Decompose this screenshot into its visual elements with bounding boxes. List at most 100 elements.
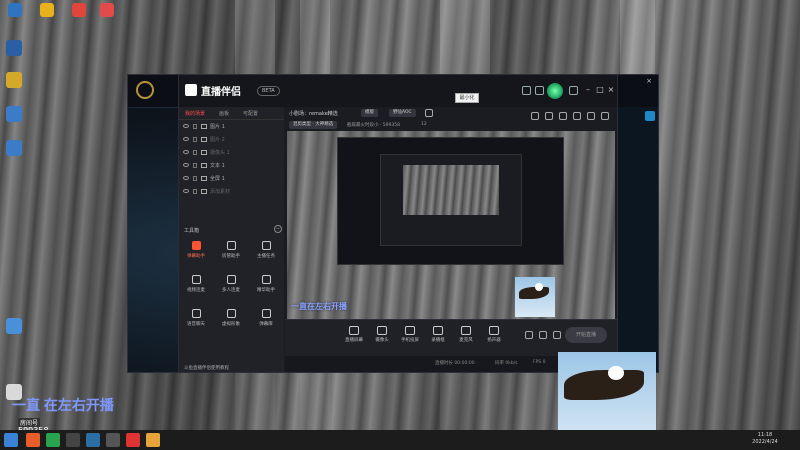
phone-cast-button[interactable]: 手机投屏 — [399, 326, 421, 343]
close-icon[interactable]: × — [645, 77, 653, 85]
screen-source-button[interactable]: 直播屏幕 — [343, 326, 365, 343]
tool-virtual-avatar[interactable]: 虚拟形象 — [216, 309, 246, 335]
taskbar-clock[interactable]: 11:18 2022/4/24 — [745, 432, 785, 446]
bell-icon[interactable] — [587, 112, 595, 120]
game-logo-icon[interactable] — [136, 81, 154, 99]
tool-danmu-library[interactable]: 弹幕库 — [251, 309, 281, 335]
tool-streamer-tasks[interactable]: 主播任务 — [251, 241, 281, 267]
message-icon[interactable] — [535, 86, 544, 95]
add-source-item[interactable]: 添加素材 — [183, 187, 279, 197]
tutorial-link[interactable]: 斗鱼直播伴侣使用教程 — [184, 365, 229, 371]
share-icon[interactable] — [601, 112, 609, 120]
category-pill[interactable]: 模版 — [361, 109, 378, 117]
taskbar-app-icon[interactable] — [126, 433, 140, 447]
tool-highlight[interactable]: 精华助手 — [251, 275, 281, 301]
eye-icon[interactable] — [183, 124, 189, 128]
desktop-app-icon[interactable] — [6, 72, 22, 88]
voice-icon — [191, 309, 201, 318]
avatar[interactable] — [547, 83, 563, 99]
chrome-icon[interactable] — [46, 433, 60, 447]
room-title[interactable]: remake精选 — [309, 111, 338, 117]
eye-icon[interactable] — [183, 176, 189, 180]
lock-icon[interactable] — [193, 163, 197, 168]
microphone-button[interactable]: 麦克风 — [455, 326, 477, 343]
version-badge[interactable]: BETA — [257, 86, 280, 96]
eye-icon[interactable] — [183, 189, 189, 193]
lock-icon[interactable] — [193, 176, 197, 181]
tool-multi-link[interactable]: 多人连麦 — [216, 275, 246, 301]
tab-canvas[interactable]: 画板 — [219, 110, 229, 117]
stream-preview[interactable]: 一直在左右开播 — [287, 131, 615, 319]
eagle-head — [535, 283, 543, 291]
shield-icon[interactable] — [545, 112, 553, 120]
video-icon[interactable] — [525, 331, 533, 339]
collapse-icon[interactable]: − — [274, 225, 282, 233]
taskbar-app-icon[interactable] — [146, 433, 160, 447]
eye-icon[interactable] — [183, 163, 189, 167]
toolbox-title: 工具箱 — [184, 228, 200, 234]
settings-icon[interactable] — [522, 86, 531, 95]
tab-my-scenes[interactable]: 我的场景 — [185, 110, 205, 117]
gear-icon[interactable] — [553, 331, 561, 339]
tool-video-link[interactable]: 视频连麦 — [181, 275, 211, 301]
gift-icon[interactable] — [531, 112, 539, 120]
edit-icon[interactable] — [425, 109, 433, 117]
clock-time: 11:18 — [757, 432, 773, 438]
tool-room-manager[interactable]: 房管助手 — [216, 241, 246, 267]
phone-icon — [405, 326, 415, 335]
tooltip: 最小化 — [455, 93, 479, 103]
lock-icon[interactable] — [193, 189, 197, 194]
desktop-app-icon[interactable] — [6, 106, 22, 122]
taskbar-app-icon[interactable] — [66, 433, 80, 447]
scene-item[interactable]: 摄像头 1 — [183, 148, 279, 158]
lock-icon[interactable] — [193, 137, 197, 142]
maximize-icon[interactable]: □ — [596, 86, 604, 94]
skin-icon[interactable] — [569, 86, 578, 95]
tag-pill[interactable]: 野仙AOC — [389, 109, 416, 117]
highlight-icon — [261, 275, 271, 284]
nested-app-preview — [380, 154, 522, 246]
tab-configurable[interactable]: 可配置 — [243, 110, 258, 117]
desktop-app-icon[interactable] — [72, 3, 86, 17]
camera-source-button[interactable]: 摄像头 — [371, 326, 393, 343]
windows-start-icon[interactable] — [4, 433, 18, 447]
scene-item[interactable]: 文本 1 — [183, 161, 279, 171]
close-icon[interactable]: × — [607, 86, 615, 94]
speaker-button[interactable]: 扬声器 — [483, 326, 505, 343]
desktop-app-icon[interactable] — [100, 3, 114, 17]
record-box-button[interactable]: 录播框 — [427, 326, 449, 343]
image-icon — [201, 137, 207, 142]
download-icon — [226, 275, 236, 284]
desktop-app-icon[interactable] — [6, 40, 22, 56]
lock-icon[interactable] — [193, 150, 197, 155]
type-pill[interactable]: 混剪类型 · 大神精选 — [289, 121, 338, 129]
record-icon[interactable] — [573, 112, 581, 120]
hot-count: 12 — [421, 122, 427, 127]
eagle-image — [515, 277, 555, 317]
eye-icon[interactable] — [183, 137, 189, 141]
tool-voice-chat[interactable]: 语音聊天 — [181, 309, 211, 335]
source-controls: 直播屏幕 摄像头 手机投屏 录播框 麦克风 扬声器 开始直播 — [285, 319, 617, 356]
desktop-app-icon[interactable] — [6, 318, 22, 334]
steam-icon[interactable] — [86, 433, 100, 447]
scene-item[interactable]: 图片 2 — [183, 135, 279, 145]
desktop-app-icon[interactable] — [8, 3, 22, 17]
scene-item[interactable]: 图片 1 — [183, 122, 279, 132]
camera-icon — [201, 150, 207, 155]
taskbar-app-icon[interactable] — [26, 433, 40, 447]
start-stream-button[interactable]: 开始直播 — [565, 327, 607, 343]
taskbar-app-icon[interactable] — [106, 433, 120, 447]
tool-danmu-assistant[interactable]: 弹幕助手 — [181, 241, 211, 267]
desktop-app-icon[interactable] — [40, 3, 54, 17]
notification-icon[interactable] — [645, 111, 655, 121]
image-icon — [201, 124, 207, 129]
eye-icon[interactable] — [183, 150, 189, 154]
eagle-wing — [519, 287, 549, 299]
scene-item[interactable]: 全屏 1 — [183, 174, 279, 184]
minimize-icon[interactable]: – — [584, 86, 592, 94]
shop-icon[interactable] — [559, 112, 567, 120]
scene-item-label: 文本 1 — [210, 163, 225, 169]
desktop-app-icon[interactable] — [6, 140, 22, 156]
lock-icon[interactable] — [193, 124, 197, 129]
settings-icon[interactable] — [539, 331, 547, 339]
